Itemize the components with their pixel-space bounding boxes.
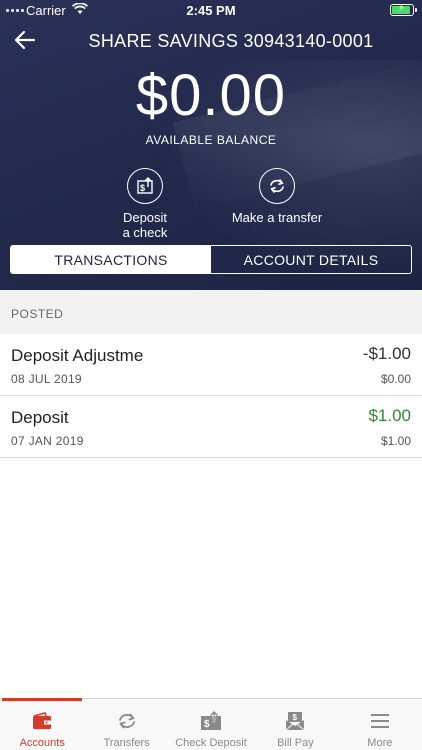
transaction-row[interactable]: Deposit 07 JAN 2019 $1.00 $1.00 xyxy=(0,396,422,458)
bill-pay-icon: $ xyxy=(253,709,337,733)
tab-transactions[interactable]: TRANSACTIONS xyxy=(11,246,211,273)
page-title: SHARE SAVINGS 30943140-0001 xyxy=(88,31,374,51)
available-balance-label: AVAILABLE BALANCE xyxy=(145,133,277,147)
tab-more[interactable]: More xyxy=(338,699,422,750)
view-toggle: TRANSACTIONS ACCOUNT DETAILS xyxy=(10,245,412,274)
tab-accounts-label: Accounts xyxy=(19,737,65,749)
tab-bill-pay[interactable]: $ Bill Pay xyxy=(253,699,337,750)
tab-check-deposit[interactable]: $ Check Deposit xyxy=(169,699,253,750)
deposit-check-label-line1: Deposit xyxy=(122,210,168,225)
check-deposit-icon: $ xyxy=(127,168,163,204)
transaction-row[interactable]: Deposit Adjustme 08 JUL 2019 -$1.00 $0.0… xyxy=(0,334,422,396)
tab-more-label: More xyxy=(367,737,393,749)
arrow-left-icon xyxy=(14,30,36,50)
transaction-running-balance: $1.00 xyxy=(380,434,411,448)
battery-icon: ⚡ xyxy=(390,3,417,16)
tab-transfers-label: Transfers xyxy=(103,737,150,749)
transaction-description: Deposit Adjustme xyxy=(11,346,144,365)
svg-text:$: $ xyxy=(140,183,145,193)
transfer-icon xyxy=(84,709,168,733)
deposit-check-label-line2: a check xyxy=(122,225,168,240)
tab-bill-pay-label: Bill Pay xyxy=(277,737,314,749)
back-button[interactable] xyxy=(14,30,38,50)
clock: 2:45 PM xyxy=(186,3,236,18)
tab-check-deposit-label: Check Deposit xyxy=(175,737,247,749)
bottom-tab-bar: Accounts Transfers $ Check Deposit $ Bil… xyxy=(0,698,422,750)
status-bar: Carrier 2:45 PM ⚡ xyxy=(0,0,422,22)
transaction-date: 08 JUL 2019 xyxy=(11,372,82,386)
menu-icon xyxy=(338,709,422,733)
transaction-amount: -$1.00 xyxy=(362,344,411,363)
transaction-running-balance: $0.00 xyxy=(380,372,411,386)
transfer-icon xyxy=(259,168,295,204)
transaction-description: Deposit xyxy=(11,408,69,427)
svg-text:$: $ xyxy=(204,719,210,730)
tab-accounts[interactable]: Accounts xyxy=(0,698,84,750)
tab-transfers[interactable]: Transfers xyxy=(84,699,168,750)
make-transfer-button[interactable]: Make a transfer xyxy=(222,168,332,225)
transaction-amount: $1.00 xyxy=(368,406,411,425)
wallet-icon xyxy=(0,709,84,733)
available-balance-amount: $0.00 xyxy=(135,63,287,128)
deposit-check-button[interactable]: $ Deposit a check xyxy=(110,168,180,240)
check-deposit-icon: $ xyxy=(169,709,253,733)
make-transfer-label: Make a transfer xyxy=(231,210,323,225)
transaction-date: 07 JAN 2019 xyxy=(11,434,84,448)
posted-section-header: POSTED xyxy=(0,290,422,334)
tab-account-details[interactable]: ACCOUNT DETAILS xyxy=(211,246,411,273)
svg-text:$: $ xyxy=(293,713,298,722)
